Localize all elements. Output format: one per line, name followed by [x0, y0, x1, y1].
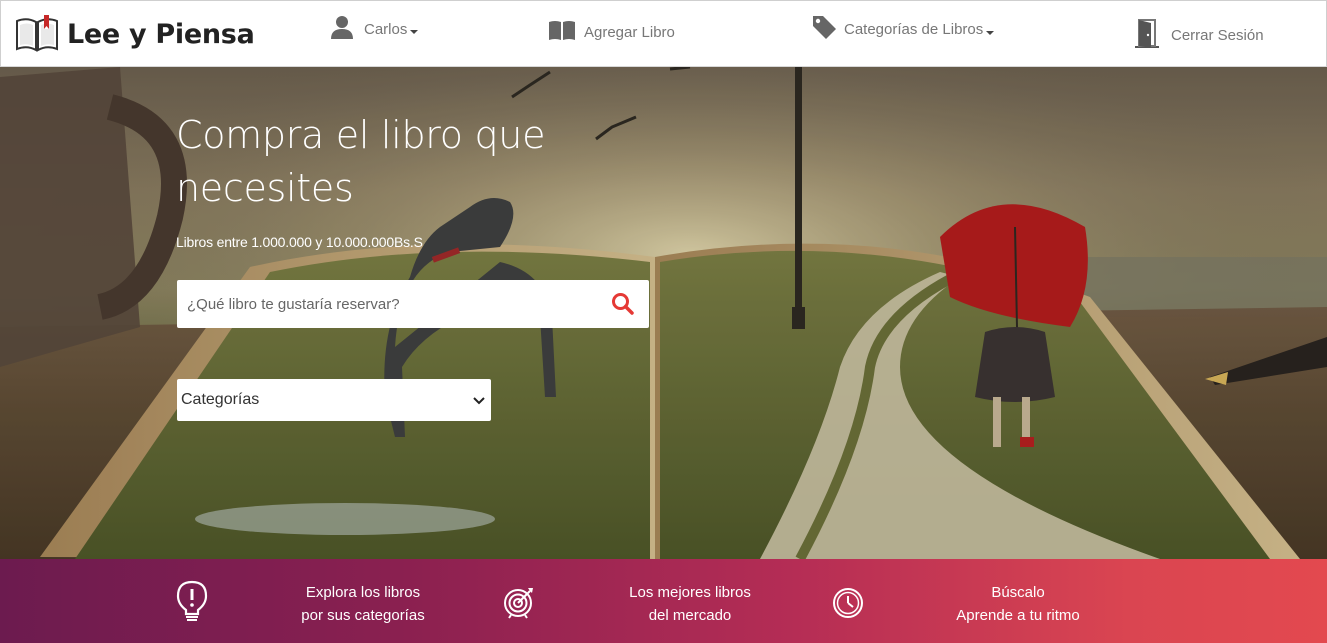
features-bar: Explora los libros por sus categorías Lo… — [0, 559, 1327, 643]
feature-categories: Explora los libros por sus categorías — [292, 581, 434, 627]
categories-menu-label: Categorías de Libros — [844, 21, 984, 38]
feature-line: por sus categorías — [301, 607, 425, 624]
categories-menu-dropdown[interactable]: Categorías de Libros — [812, 15, 995, 44]
feature-line: Búscalo — [991, 584, 1045, 601]
hero-banner: Compra el libro que necesites Libros ent… — [0, 67, 1327, 559]
tag-icon — [812, 15, 837, 44]
hero-title: Compra el libro que necesites — [176, 113, 546, 210]
book-search-input[interactable] — [187, 280, 597, 328]
feature-line: Aprende a tu ritmo — [956, 607, 1080, 624]
open-book-icon — [15, 15, 59, 53]
hero-subtitle: Libros entre 1.000.000 y 10.000.000Bs.S — [176, 234, 423, 250]
feature-line: Los mejores libros — [629, 584, 751, 601]
chevron-down-icon — [986, 30, 995, 35]
search-icon[interactable] — [611, 292, 635, 316]
chevron-down-icon — [410, 30, 419, 34]
user-menu-dropdown[interactable]: Carlos — [330, 15, 419, 43]
feature-search: Búscalo Aprende a tu ritmo — [940, 581, 1096, 627]
door-exit-icon — [1135, 18, 1159, 52]
target-icon — [503, 585, 535, 624]
category-select-value: Categorías — [181, 391, 260, 408]
feature-line: Explora los libros — [305, 584, 421, 601]
add-book-link[interactable]: Agregar Libro — [549, 20, 675, 44]
chevron-down-icon — [473, 393, 485, 411]
user-menu-label: Carlos — [364, 20, 408, 38]
book-search-bar — [177, 280, 649, 328]
brand-name: Lee y Piensa — [67, 18, 255, 50]
user-icon — [330, 15, 354, 43]
book-icon — [549, 20, 575, 44]
add-book-label: Agregar Libro — [584, 23, 675, 41]
logout-label: Cerrar Sesión — [1171, 26, 1264, 44]
feature-line: del mercado — [648, 607, 732, 624]
feature-best-books: Los mejores libros del mercado — [614, 581, 766, 627]
logout-link[interactable]: Cerrar Sesión — [1135, 18, 1264, 52]
category-select[interactable]: Categorías — [177, 379, 491, 421]
brand-logo-link[interactable]: Lee y Piensa — [15, 15, 255, 53]
clock-icon — [832, 587, 864, 624]
top-navbar: Lee y Piensa Carlos Agregar Libro Catego… — [0, 0, 1327, 67]
lightbulb-icon — [176, 580, 208, 629]
